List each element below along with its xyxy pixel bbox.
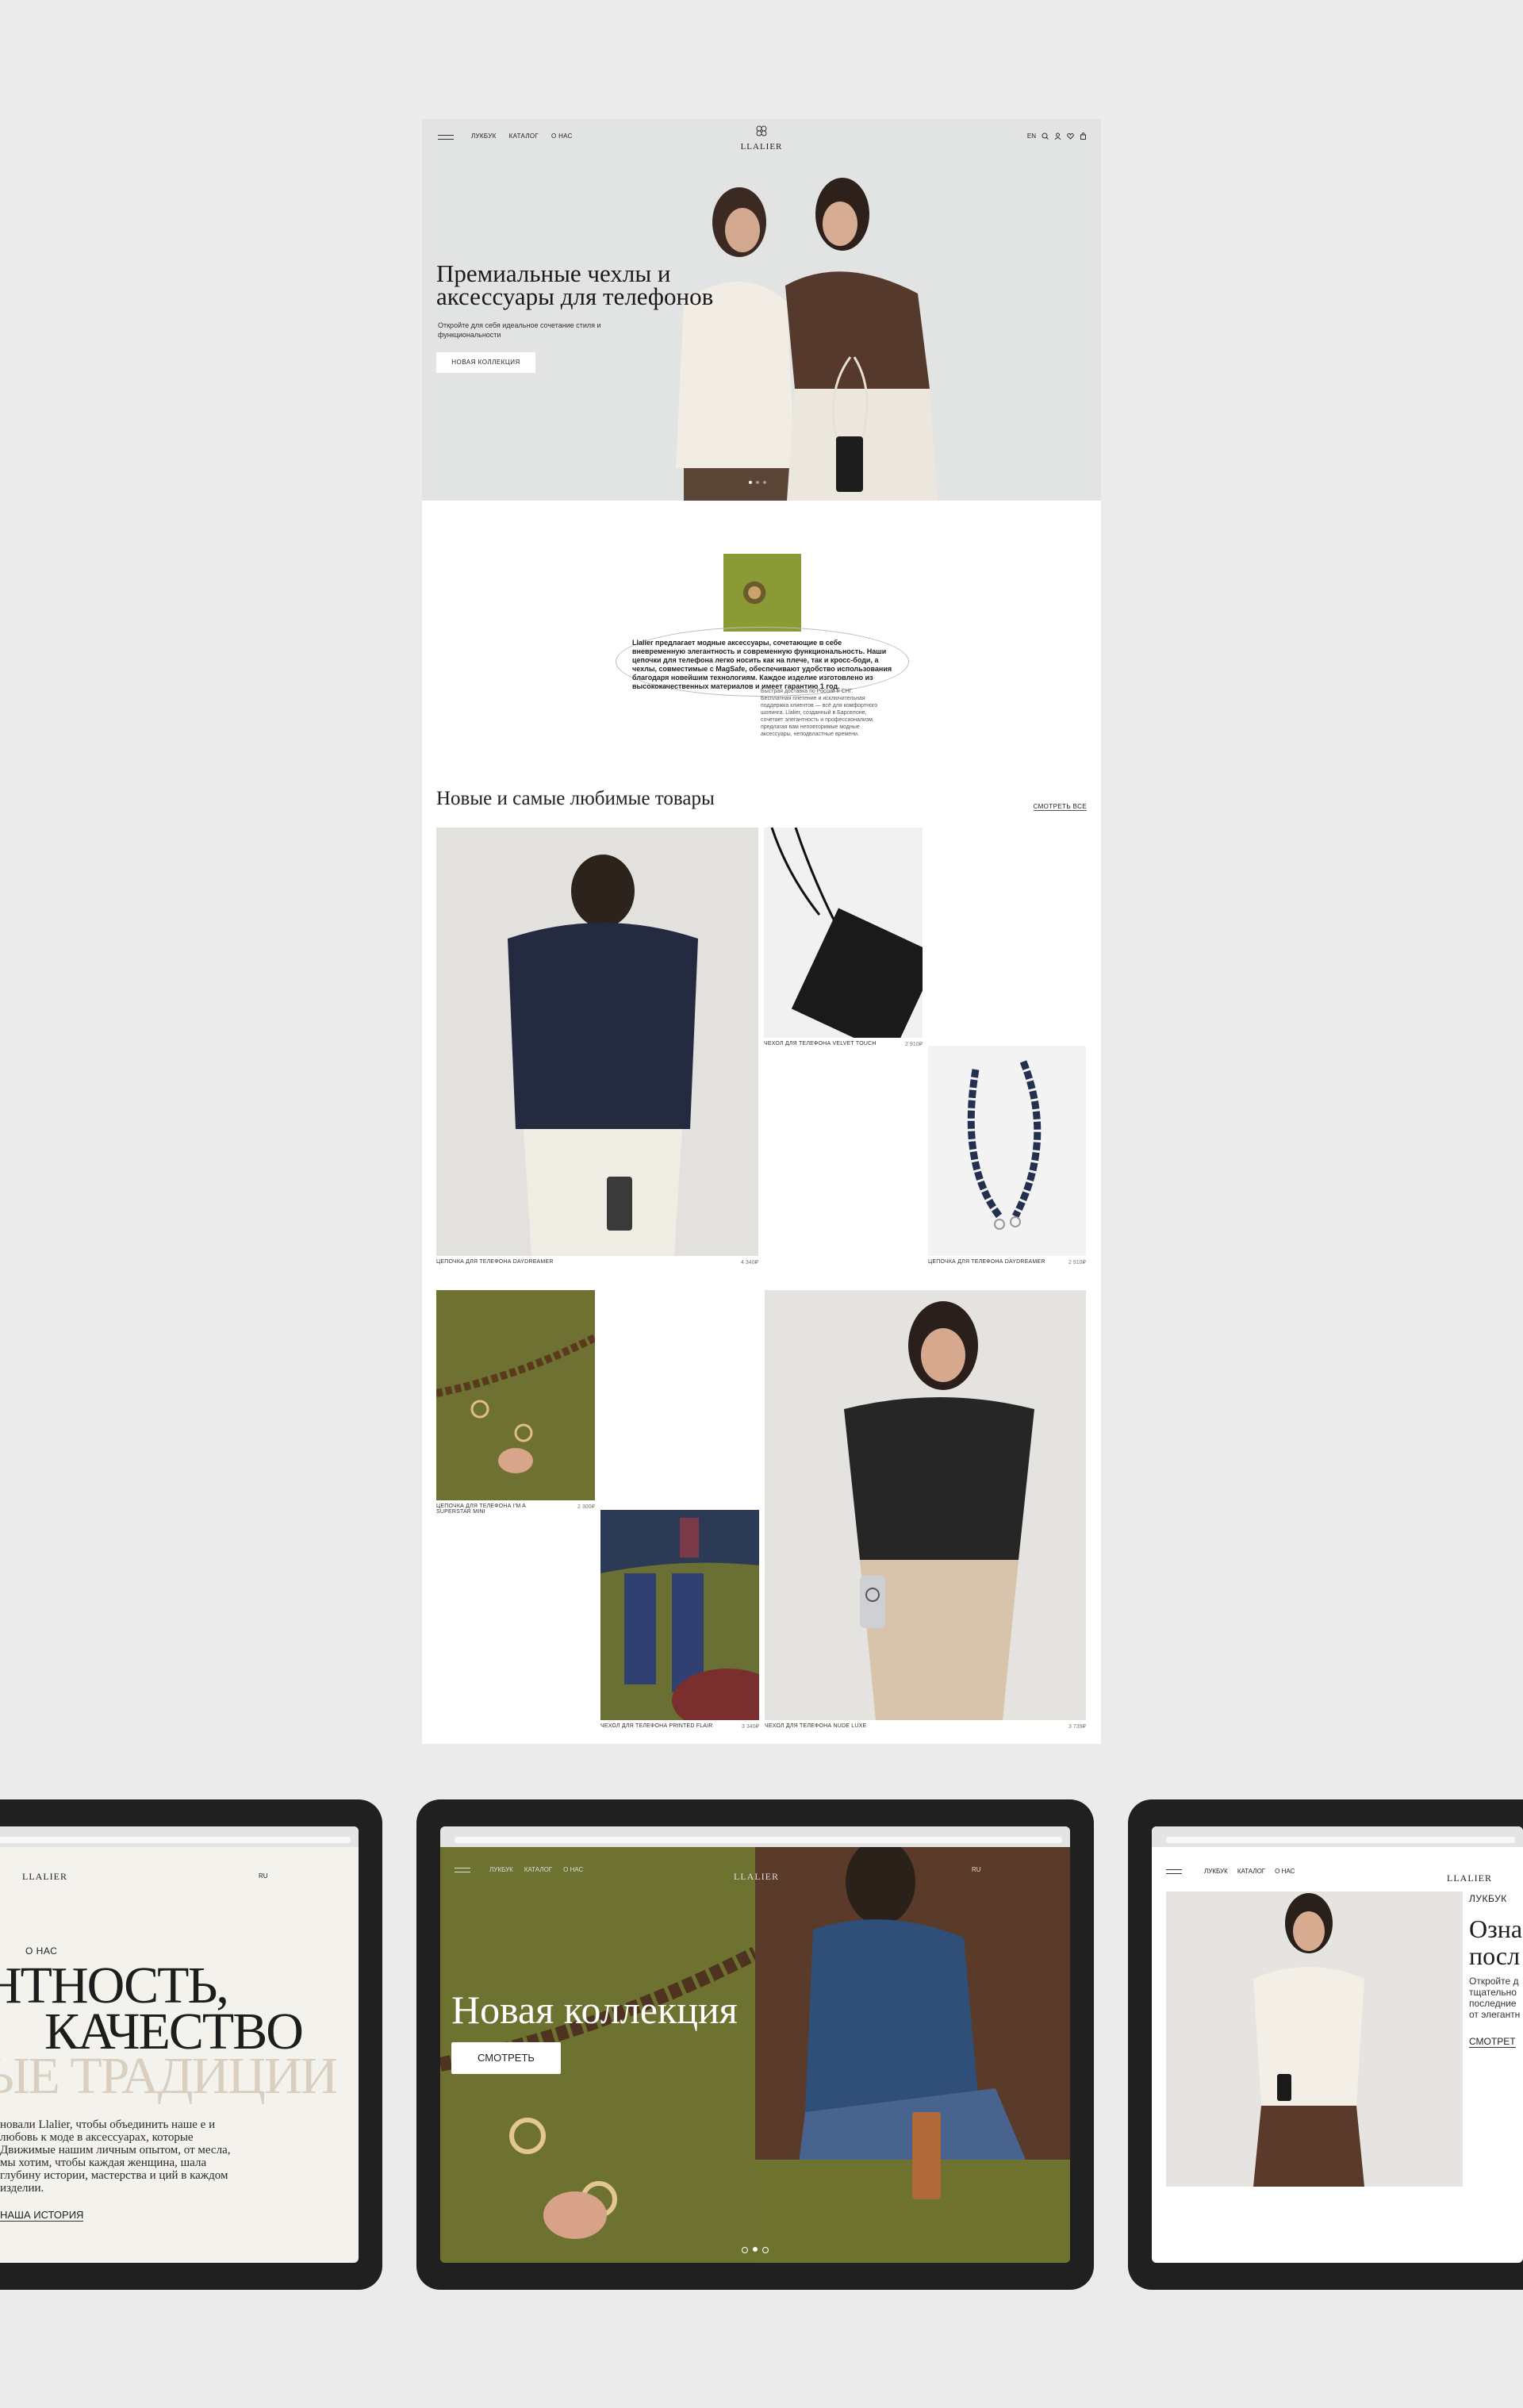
search-icon[interactable]: [1042, 132, 1049, 140]
product-price: 3 340₽: [742, 1724, 759, 1730]
wishlist-icon[interactable]: [1067, 132, 1074, 140]
address-bar[interactable]: [0, 1837, 351, 1843]
product-name: ЧЕХОЛ ДЛЯ ТЕЛЕФОНА PRINTED FLAIR: [600, 1723, 713, 1729]
product-name: ЦЕПОЧКА ДЛЯ ТЕЛЕФОНА I'M A SUPERSTAR MIN…: [436, 1504, 526, 1515]
about-image: [723, 554, 801, 632]
language-selector[interactable]: EN: [1027, 132, 1036, 140]
nav-link-about[interactable]: О НАС: [1275, 1868, 1295, 1875]
product-photo: [600, 1510, 759, 1720]
about-heading-line3: ЫЕ ТРАДИЦИИ: [0, 2047, 338, 2105]
browser-bar: [440, 1826, 1070, 1847]
lookbook-text: Откройте д тщательно последние от элеган…: [1469, 1976, 1521, 2020]
product-name: ЧЕХОЛ ДЛЯ ТЕЛЕФОНА NUDE LUXE: [765, 1723, 867, 1729]
collection-title: Новая коллекция: [451, 1987, 738, 2032]
about-text: Llalier предлагает модные аксессуары, со…: [632, 639, 892, 690]
nav-link-catalog[interactable]: КАТАЛОГ: [524, 1866, 552, 1873]
hamburger-menu-icon[interactable]: [438, 135, 454, 143]
product-card[interactable]: [928, 1046, 1086, 1256]
brand-name[interactable]: LLALIER: [22, 1871, 67, 1883]
tablet-left-screen: LLALIER RU О НАС НТНОСТЬ, КАЧЕСТВО ЫЕ ТР…: [0, 1826, 359, 2263]
carousel-dot[interactable]: [749, 481, 752, 484]
product-photo: [770, 828, 923, 1038]
language-selector[interactable]: RU: [972, 1866, 981, 1873]
carousel-dot[interactable]: [763, 481, 766, 484]
product-price: 4 340₽: [741, 1260, 758, 1265]
tablet-right: ЛУКБУК КАТАЛОГ О НАС LLALIER ЛУКБУК Озна…: [1128, 1799, 1523, 2290]
hamburger-menu-icon[interactable]: [1166, 1869, 1182, 1874]
new-collection-button[interactable]: НОВАЯ КОЛЛЕКЦИЯ: [436, 352, 535, 373]
carousel-dot[interactable]: [753, 2247, 758, 2252]
product-photo: [967, 1060, 1042, 1230]
lookbook-label: ЛУКБУК: [1469, 1893, 1507, 1904]
product-card[interactable]: [764, 828, 923, 1038]
logo-mark-icon: [756, 125, 767, 136]
top-nav: ЛУКБУК КАТАЛОГ О НАС LLALIER EN: [422, 119, 1101, 156]
nav-link-lookbook[interactable]: ЛУКБУК: [1204, 1868, 1228, 1875]
product-card[interactable]: [436, 828, 758, 1256]
nav-link-catalog[interactable]: КАТАЛОГ: [1237, 1868, 1265, 1875]
nav-link-lookbook[interactable]: ЛУКБУК: [471, 132, 497, 140]
brand-name[interactable]: LLALIER: [734, 1871, 779, 1883]
product-price: 2 910₽: [905, 1042, 923, 1047]
product-card[interactable]: [765, 1290, 1086, 1720]
about-paragraph: новали Llalier, чтобы объединить наше е …: [0, 2118, 231, 2195]
language-selector[interactable]: RU: [259, 1872, 268, 1880]
nav-actions: EN: [1027, 132, 1087, 140]
product-photo: [436, 1334, 595, 1473]
product-photo: [508, 855, 698, 1256]
nav-links: ЛУКБУК КАТАЛОГ О НАС: [489, 1866, 583, 1873]
nav-links: ЛУКБУК КАТАЛОГ О НАС: [1204, 1868, 1295, 1875]
website-page: ЛУКБУК КАТАЛОГ О НАС LLALIER EN Премиаль…: [422, 119, 1101, 1744]
product-name: ЦЕПОЧКА ДЛЯ ТЕЛЕФОНА DAYDREAMER: [436, 1259, 554, 1265]
lookbook-title: Озна посл: [1469, 1914, 1523, 1970]
account-icon[interactable]: [1054, 132, 1061, 140]
cart-icon[interactable]: [1080, 132, 1087, 140]
brand-name[interactable]: LLALIER: [1447, 1872, 1492, 1884]
see-all-link[interactable]: СМОТРЕТЬ ВСЕ: [1033, 803, 1087, 811]
product-card[interactable]: [436, 1290, 595, 1500]
product-price: 3 739₽: [1068, 1724, 1086, 1730]
hero-title: Премиальные чехлы и аксессуары для телеф…: [436, 259, 714, 310]
address-bar[interactable]: [455, 1837, 1062, 1843]
tablet-center: ЛУКБУК КАТАЛОГ О НАС LLALIER RU Новая ко…: [416, 1799, 1094, 2290]
browser-bar: [0, 1826, 359, 1847]
address-bar[interactable]: [1166, 1837, 1515, 1843]
nav-link-lookbook[interactable]: ЛУКБУК: [489, 1866, 513, 1873]
our-story-link[interactable]: НАША ИСТОРИЯ: [0, 2209, 84, 2222]
product-name: ЧЕХОЛ ДЛЯ ТЕЛЕФОНА VELVET TOUCH: [764, 1041, 877, 1047]
tablet-center-screen: ЛУКБУК КАТАЛОГ О НАС LLALIER RU Новая ко…: [440, 1826, 1070, 2263]
carousel-dot[interactable]: [762, 2247, 769, 2253]
product-card[interactable]: [600, 1510, 759, 1720]
product-name: ЦЕПОЧКА ДЛЯ ТЕЛЕФОНА DAYDREAMER: [928, 1259, 1045, 1265]
carousel-dot[interactable]: [742, 2247, 748, 2253]
products-section-title: Новые и самые любимые товары: [436, 788, 715, 809]
carousel-dots: [742, 2247, 769, 2253]
brand-logo[interactable]: LLALIER: [738, 125, 785, 152]
about-small-text: Быстрая доставка по России и СНГ. Беспла…: [761, 689, 878, 737]
carousel-dot[interactable]: [756, 481, 759, 484]
browser-bar: [1152, 1826, 1523, 1847]
hero-carousel-dots: [749, 481, 766, 484]
hero-subtitle: Откройте для себя идеальное сочетание ст…: [438, 321, 601, 339]
nav-link-about[interactable]: О НАС: [563, 1866, 583, 1873]
product-price: 2 300₽: [577, 1504, 595, 1510]
lookbook-woman-photo: [1253, 1893, 1364, 2187]
brand-name: LLALIER: [740, 142, 783, 152]
nav-links: ЛУКБУК КАТАЛОГ О НАС: [471, 132, 573, 140]
view-collection-button[interactable]: СМОТРЕТЬ: [451, 2042, 561, 2074]
lookbook-view-link[interactable]: СМОТРЕТ: [1469, 2036, 1516, 2048]
lookbook-photo: [1166, 1891, 1463, 2187]
hamburger-menu-icon[interactable]: [455, 1868, 470, 1872]
tablet-left: LLALIER RU О НАС НТНОСТЬ, КАЧЕСТВО ЫЕ ТР…: [0, 1799, 382, 2290]
product-photo: [844, 1301, 1034, 1720]
hero-banner: ЛУКБУК КАТАЛОГ О НАС LLALIER EN Премиаль…: [422, 119, 1101, 501]
tablet-right-screen: ЛУКБУК КАТАЛОГ О НАС LLALIER ЛУКБУК Озна…: [1152, 1826, 1523, 2263]
about-label: О НАС: [25, 1945, 58, 1957]
product-price: 2 910₽: [1068, 1260, 1086, 1265]
nav-link-about[interactable]: О НАС: [551, 132, 573, 140]
nav-link-catalog[interactable]: КАТАЛОГ: [509, 132, 539, 140]
